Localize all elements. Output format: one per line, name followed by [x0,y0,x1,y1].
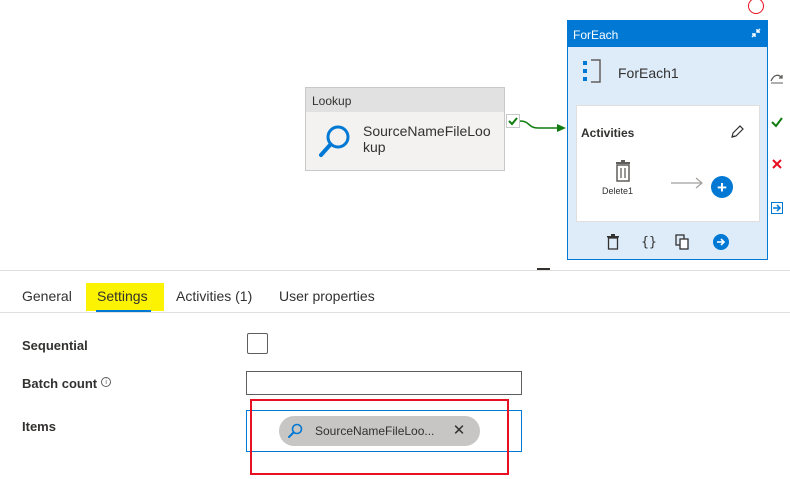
foreach-activities-panel[interactable]: Activities Delete1 + [576,105,760,222]
arrow-right-icon [771,202,783,214]
copy-icon [675,234,689,250]
code-braces-icon[interactable]: {} [640,233,658,251]
foreach-toolbar: {} [604,233,734,253]
pipeline-canvas[interactable]: Lookup SourceNameFileLookup ForEach ForE… [0,0,790,270]
batch-count-label: Batch count i [22,376,112,391]
expand-icon[interactable] [749,26,763,40]
tab-settings[interactable]: Settings [97,288,148,304]
foreach-header: ForEach [568,21,767,47]
trash-icon [607,234,619,250]
items-label: Items [22,419,56,434]
active-tab-underline [96,310,151,312]
info-icon[interactable]: i [101,377,112,387]
properties-tabs: General Settings Activities (1) User pro… [0,271,790,313]
tab-general[interactable]: General [22,288,72,304]
skip-port[interactable] [769,70,785,86]
skip-icon [770,74,783,84]
tab-user-properties[interactable]: User properties [279,288,375,304]
arrow-circle-icon [713,234,729,250]
x-icon [772,159,782,169]
foreach-header-label: ForEach [573,28,619,42]
go-tool[interactable] [712,233,730,251]
activities-title: Activities [581,126,635,140]
red-box-annotation [250,399,509,475]
tab-activities[interactable]: Activities (1) [176,288,252,304]
trash-icon [616,160,630,182]
check-icon [771,117,783,128]
sequential-label: Sequential [22,338,88,353]
batch-count-input[interactable] [246,371,522,395]
foreach-activity-card[interactable]: ForEach ForEach1 Activities Delete1 + {} [567,20,768,260]
arrow-right-icon [671,177,703,189]
pencil-icon[interactable] [729,124,745,140]
batch-count-label-text: Batch count [22,376,98,391]
sequential-checkbox[interactable] [247,333,268,354]
success-port[interactable] [769,114,785,130]
inner-activity-name: Delete1 [602,186,634,196]
foreach-icon [583,59,601,83]
delete-tool[interactable] [604,233,622,251]
foreach-name: ForEach1 [618,65,679,81]
failure-port[interactable] [769,156,785,172]
plus-circle-icon[interactable]: + [711,176,733,198]
completion-port[interactable] [769,200,785,216]
copy-tool[interactable] [673,233,691,251]
